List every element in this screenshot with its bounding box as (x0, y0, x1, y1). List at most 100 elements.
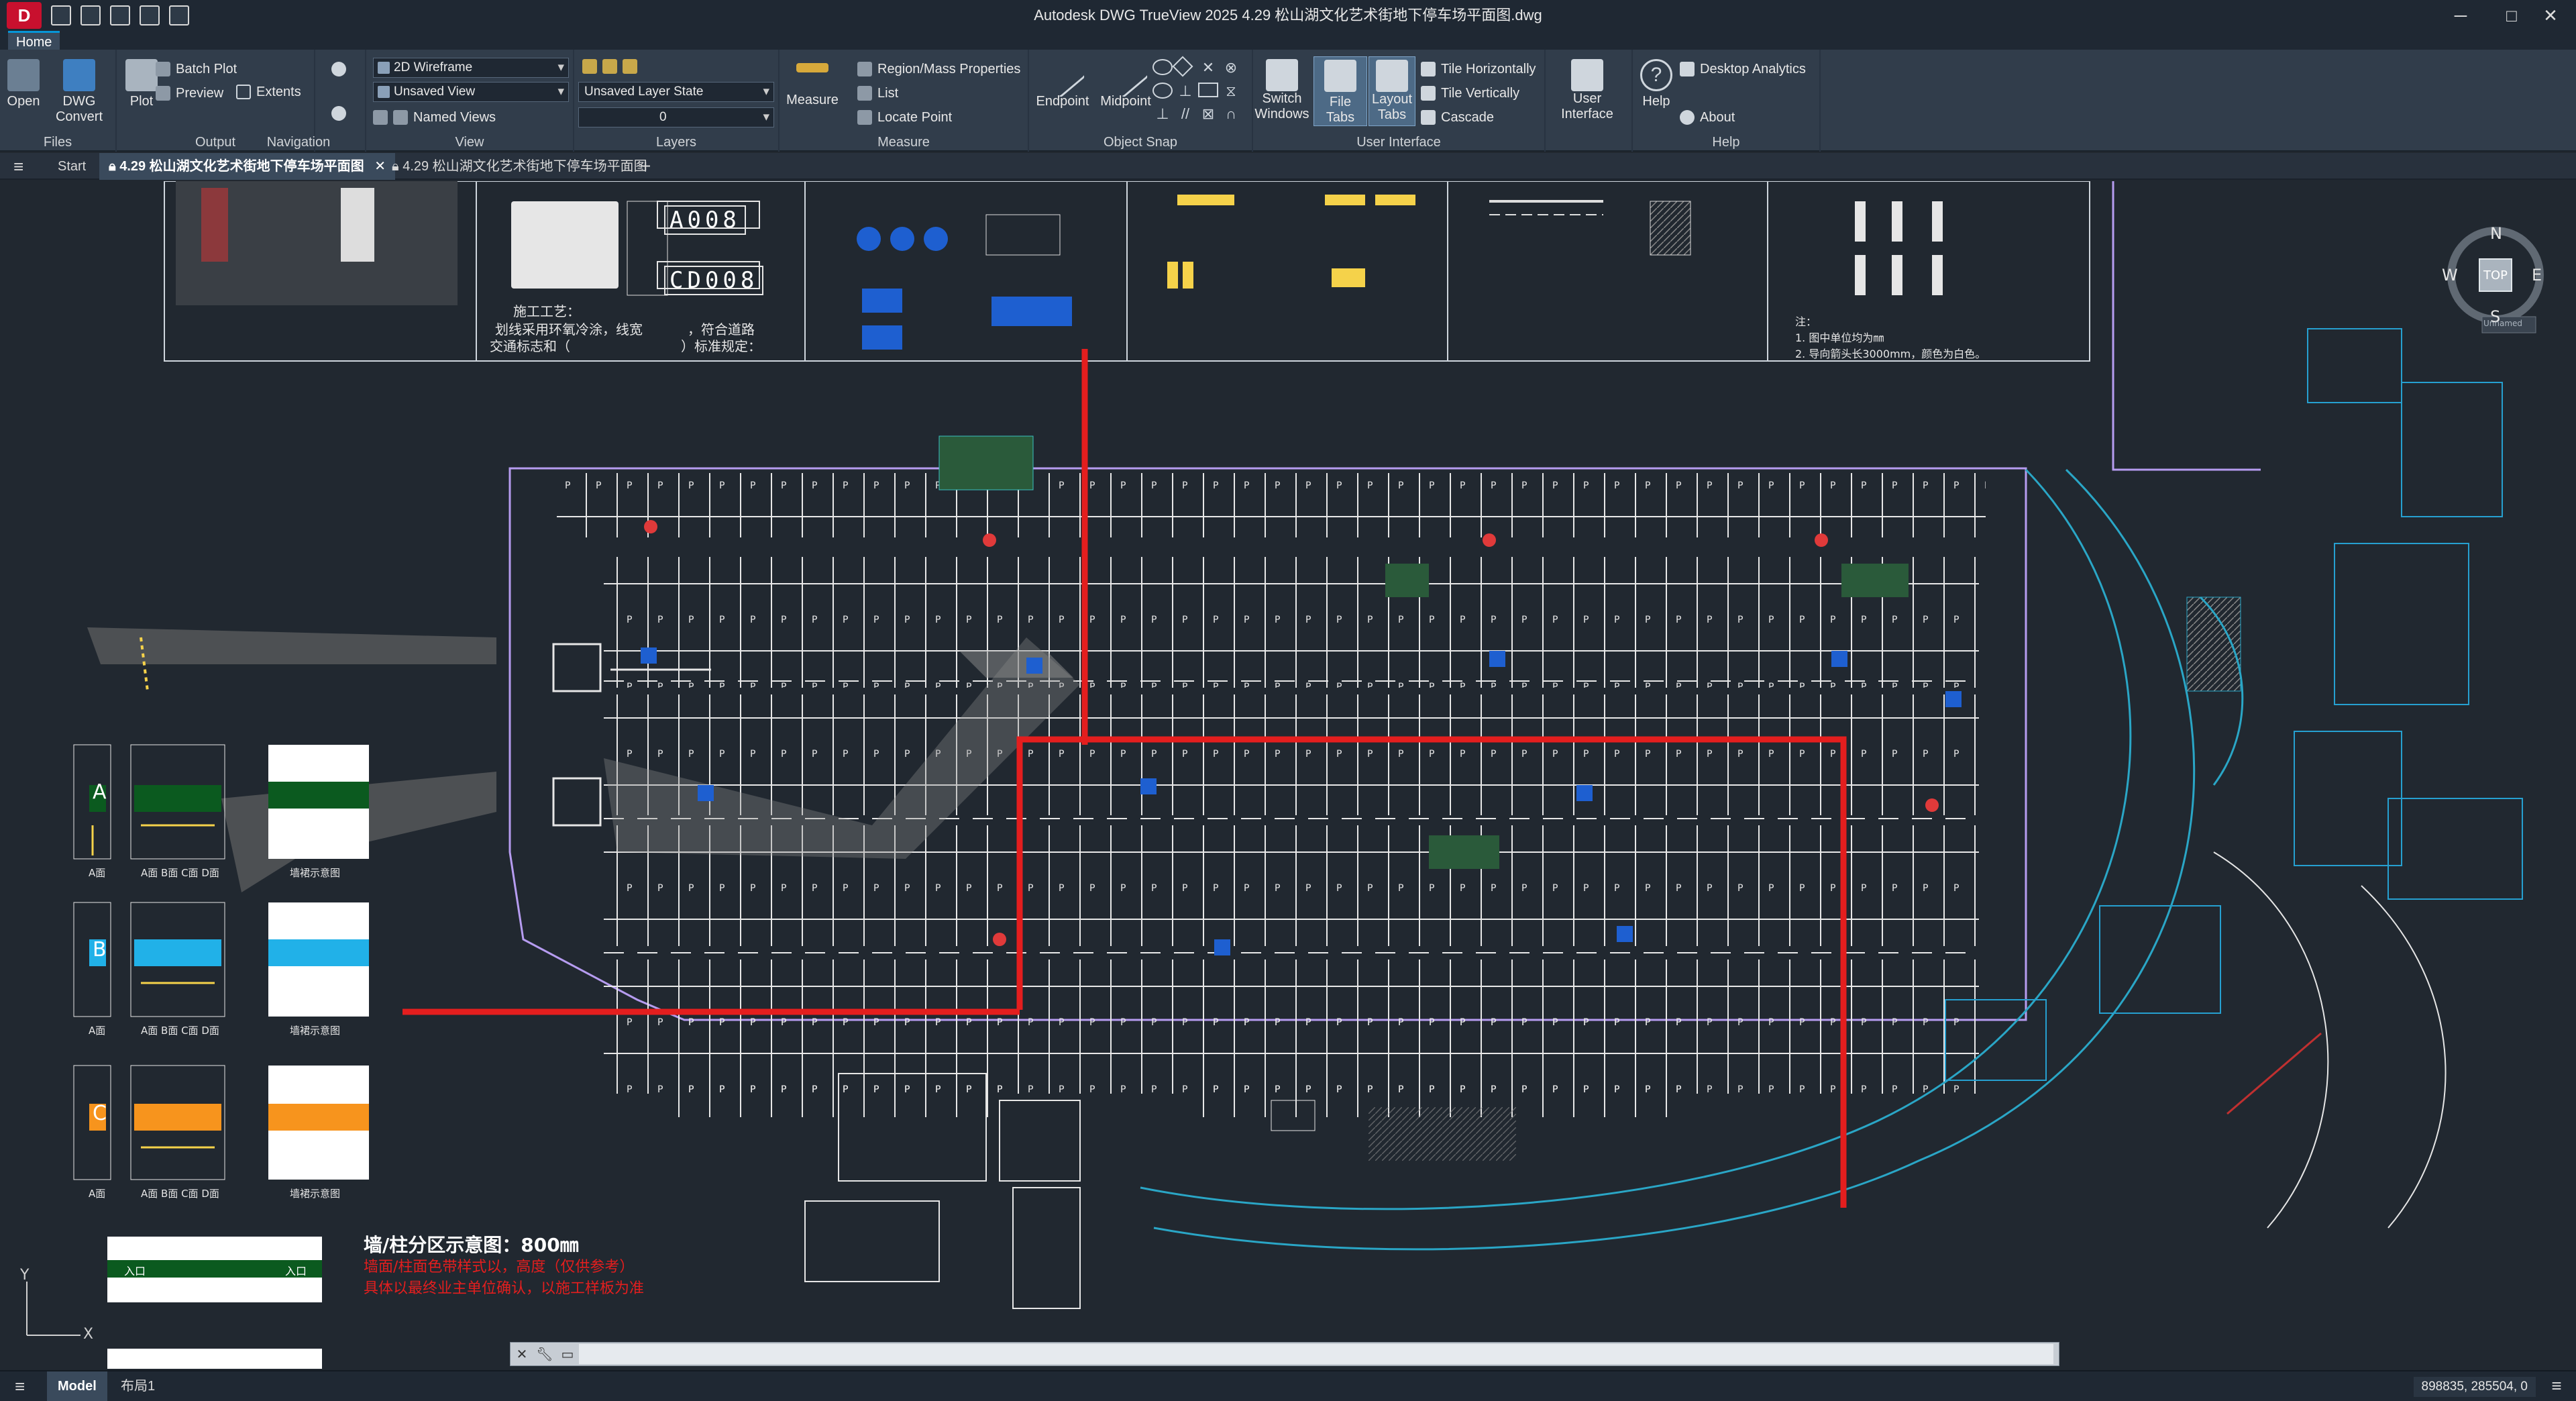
customize-cmd-icon[interactable]: 🔧︎ (533, 1343, 556, 1365)
face-a-label-3: A面 (89, 1188, 106, 1200)
close-button[interactable]: ✕ (2525, 0, 2576, 31)
tab-home[interactable]: Home (8, 31, 60, 50)
insertion-snap-icon[interactable] (1198, 82, 1218, 97)
named-views-button[interactable]: Named Views (373, 107, 496, 127)
file-tab-active[interactable]: 🔒︎ 4.29 松山湖文化艺术街地下停车场平面图 ✕ (99, 153, 396, 180)
command-input[interactable] (579, 1344, 2053, 1364)
help-panel: ? Help Desktop Analytics About Help (1633, 50, 1821, 152)
file-tabs-label: File Tabs (1326, 95, 1355, 125)
lock-icon: 🔒︎ (392, 159, 403, 174)
undo-quick-icon[interactable] (140, 5, 160, 25)
extension-snap-icon[interactable]: ⊥ (1152, 105, 1173, 126)
tangent-snap-icon[interactable] (1152, 82, 1173, 99)
viewcube[interactable]: N S E W TOP Unnamed (2442, 221, 2549, 342)
orbit-button[interactable] (331, 103, 352, 123)
magnet-snap-icon[interactable]: ∩ (1221, 105, 1241, 126)
preview-label: Preview (176, 86, 224, 101)
compass-east[interactable]: E (2532, 266, 2542, 284)
batch-plot-button[interactable]: Batch Plot (156, 59, 237, 79)
layer-properties-icon (582, 59, 597, 74)
measure-button[interactable]: Measure (784, 63, 841, 108)
extents-button[interactable]: Extents (236, 82, 301, 102)
midpoint-snap-button[interactable]: Midpoint (1092, 52, 1159, 109)
entry-left-label: 入口 (124, 1265, 146, 1278)
tab-layout1[interactable]: 布局1 (110, 1371, 166, 1401)
named-view-dropdown[interactable]: Unsaved View (373, 82, 569, 102)
tab-model[interactable]: Model (47, 1371, 107, 1401)
open-quick-icon[interactable] (51, 5, 71, 25)
file-tab-bar: ≡ Start 🔒︎ 4.29 松山湖文化艺术街地下停车场平面图 ✕ 🔒︎ 4.… (0, 153, 2576, 180)
layer-value: 0 (659, 110, 667, 124)
zone-b-label: B (93, 938, 107, 962)
center-snap-icon[interactable] (1152, 59, 1173, 75)
file-tab-2[interactable]: 🔒︎ 4.29 松山湖文化艺术街地下停车场平面图 (382, 153, 657, 180)
minimize-button[interactable]: ─ (2435, 0, 2486, 31)
about-button[interactable]: About (1680, 107, 1735, 127)
pan-button[interactable] (331, 59, 352, 79)
coordinates-readout[interactable]: 898835, 285504, 0 (2413, 1377, 2536, 1397)
open-button[interactable]: Open (0, 59, 47, 109)
lock-icon: 🔒︎ (109, 159, 120, 174)
desktop-analytics-button[interactable]: Desktop Analytics (1680, 59, 1806, 79)
compass-west[interactable]: W (2442, 266, 2458, 284)
menu-hamburger-icon[interactable]: ≡ (4, 153, 33, 180)
tab-start[interactable]: Start (48, 153, 95, 180)
apparent-snap-icon[interactable]: ⊠ (1198, 105, 1218, 126)
layer-state-dropdown[interactable]: Unsaved Layer State (578, 82, 774, 102)
layout-label-1: Layout (1371, 92, 1413, 107)
parallel-snap-icon[interactable]: // (1175, 105, 1195, 126)
layer-state-value: Unsaved Layer State (584, 85, 704, 99)
region-mass-button[interactable]: Region/Mass Properties (857, 59, 1020, 79)
files-panel: Open DWG Convert Files (0, 50, 117, 152)
compass-north[interactable]: N (2490, 224, 2502, 243)
save-quick-icon[interactable] (80, 5, 101, 25)
file-tabs-button[interactable]: File Tabs (1313, 56, 1367, 126)
application-menu-button[interactable]: D (7, 2, 42, 29)
layer-dropdown[interactable]: 0 (578, 107, 774, 127)
locate-point-label: Locate Point (877, 110, 953, 125)
wall-zone-note-1: 墙面/柱面色带样式以，高度（仅供参考） (364, 1259, 635, 1276)
list-button[interactable]: List (857, 83, 898, 103)
layout-tabs-button[interactable]: Layout Tabs (1368, 56, 1415, 126)
help-button[interactable]: ? Help (1633, 59, 1680, 109)
cascade-button[interactable]: Cascade (1421, 107, 1494, 127)
ribbon: Open DWG Convert Files Plot Batch Plot P… (0, 50, 2576, 152)
navigation-panel-title: Navigation (266, 135, 331, 150)
tile-vertically-button[interactable]: Tile Vertically (1421, 83, 1519, 103)
nearest-snap-icon[interactable]: ⧖ (1221, 83, 1241, 103)
snap-grid: ✕ ⊗ ⊥ ⧖ ⊥ // ⊠ ∩ (1152, 56, 1246, 126)
switch-windows-icon (1266, 59, 1298, 91)
open-folder-icon (7, 59, 40, 91)
note-line-1: 1. 图中单位均为㎜ (1795, 331, 1884, 344)
drawing-viewport[interactable]: P (0, 181, 2576, 1369)
switch-label-2: Windows (1254, 107, 1309, 121)
layout-menu-icon[interactable]: ≡ (4, 1371, 36, 1401)
locate-point-button[interactable]: Locate Point (857, 107, 952, 127)
quadrant-snap-icon[interactable] (1172, 56, 1193, 77)
status-menu-icon[interactable]: ≡ (2545, 1376, 2568, 1398)
layout-label-2: Tabs (1377, 107, 1407, 122)
recent-commands-icon[interactable]: ▭ (556, 1343, 579, 1365)
about-label: About (1700, 110, 1735, 125)
ucs-menu[interactable]: Unnamed (2483, 319, 2522, 328)
viewcube-top-face[interactable]: TOP (2483, 268, 2508, 282)
entry-right-label: 入口 (285, 1265, 307, 1278)
endpoint-snap-button[interactable]: Endpoint (1029, 52, 1096, 109)
layer-tools[interactable] (582, 56, 643, 76)
intersection-snap-icon[interactable]: ✕ (1198, 59, 1218, 80)
perpendicular-snap-icon[interactable]: ⊥ (1175, 83, 1195, 103)
dwg-convert-button[interactable]: DWG Convert (46, 59, 113, 125)
visual-style-dropdown[interactable]: 2D Wireframe (373, 58, 569, 78)
batch-plot-label: Batch Plot (176, 62, 237, 76)
close-cmd-icon[interactable]: ✕ (511, 1343, 533, 1365)
redo-quick-icon[interactable] (169, 5, 189, 25)
node-snap-icon[interactable]: ⊗ (1221, 59, 1241, 80)
tile-horizontally-button[interactable]: Tile Horizontally (1421, 59, 1536, 79)
user-interface-button[interactable]: User Interface (1554, 59, 1621, 122)
switch-windows-button[interactable]: Switch Windows (1253, 59, 1311, 122)
plot-quick-icon[interactable] (110, 5, 130, 25)
wall-skirt-label-3: 墙裙示意图 (290, 1188, 341, 1200)
new-tab-button[interactable]: + (631, 153, 660, 180)
view-panel: 2D Wireframe Unsaved View Named Views Vi… (366, 50, 574, 152)
preview-button[interactable]: Preview (156, 83, 223, 103)
